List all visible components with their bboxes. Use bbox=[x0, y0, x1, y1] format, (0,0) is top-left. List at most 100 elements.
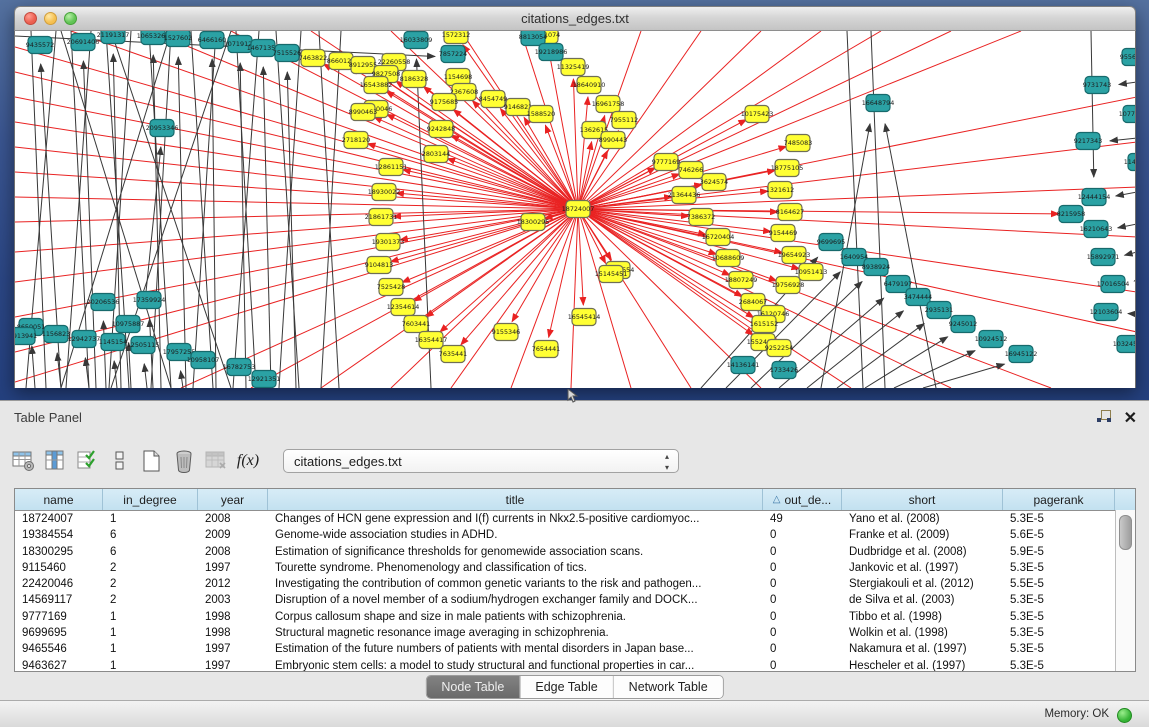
network-view[interactable]: 7463822866012389129552226055898275088186… bbox=[14, 31, 1136, 388]
graph-node[interactable]: 16210643 bbox=[1080, 221, 1113, 238]
graph-node[interactable]: 9252254 bbox=[765, 340, 793, 357]
graph-node[interactable]: 2803144 bbox=[422, 146, 450, 163]
scrollbar-thumb[interactable] bbox=[1119, 515, 1132, 550]
graph-edge[interactable] bbox=[251, 209, 578, 388]
graph-edge[interactable] bbox=[578, 209, 1136, 237]
table-row[interactable]: 946362711997Embryonic stem cells: a mode… bbox=[15, 658, 1135, 672]
graph-node[interactable]: 7955112 bbox=[610, 112, 638, 129]
graph-node[interactable]: 9777169 bbox=[652, 154, 680, 171]
graph-edge[interactable] bbox=[578, 209, 631, 388]
graph-node[interactable]: 8215958 bbox=[1057, 206, 1085, 223]
column-header-short[interactable]: short bbox=[842, 489, 1003, 510]
new-table-icon[interactable] bbox=[136, 445, 168, 477]
graph-node[interactable]: 21364436 bbox=[668, 187, 701, 204]
show-column-icon[interactable] bbox=[40, 445, 72, 477]
graph-node[interactable]: 16648794 bbox=[862, 95, 895, 112]
graph-edge[interactable] bbox=[1091, 31, 1094, 177]
close-panel-icon[interactable]: ✕ bbox=[1124, 412, 1137, 426]
graph-edge[interactable] bbox=[178, 57, 186, 388]
graph-node[interactable]: 9699695 bbox=[817, 234, 845, 251]
graph-node[interactable]: 17359924 bbox=[133, 292, 166, 309]
graph-node[interactable]: 7654441 bbox=[532, 341, 560, 358]
graph-node[interactable]: 12942737 bbox=[68, 331, 101, 348]
tab-edge-table[interactable]: Edge Table bbox=[519, 676, 612, 698]
graph-node[interactable]: 8938924 bbox=[862, 259, 890, 276]
graph-node[interactable]: 1615152 bbox=[750, 316, 778, 333]
graph-node[interactable]: 2718120 bbox=[342, 132, 370, 149]
graph-node[interactable]: 18724007 bbox=[562, 201, 595, 218]
graph-node[interactable]: 9556113 bbox=[1120, 49, 1136, 66]
graph-node[interactable]: 7515526 bbox=[273, 45, 301, 62]
graph-node[interactable]: 14136141 bbox=[727, 357, 760, 374]
table-row[interactable]: 911546021997Tourette syndrome. Phenomeno… bbox=[15, 560, 1135, 576]
table-row[interactable]: 969969511998Structural magnetic resonanc… bbox=[15, 625, 1135, 641]
graph-node[interactable]: 18930022 bbox=[368, 184, 401, 201]
table-row[interactable]: 1938455462009Genome-wide association stu… bbox=[15, 527, 1135, 543]
graph-edge[interactable] bbox=[578, 31, 761, 209]
graph-node[interactable]: 12103604 bbox=[1090, 304, 1123, 321]
column-header-year[interactable]: year bbox=[198, 489, 268, 510]
graph-node[interactable]: 7485083 bbox=[784, 135, 812, 152]
graph-node[interactable]: 18807249 bbox=[725, 272, 758, 289]
graph-node[interactable]: 7603441 bbox=[402, 316, 430, 333]
graph-node[interactable]: 8990443 bbox=[599, 132, 627, 149]
column-header-in_degree[interactable]: in_degree bbox=[103, 489, 198, 510]
graph-edge[interactable] bbox=[1116, 192, 1136, 196]
graph-edge[interactable] bbox=[144, 364, 147, 388]
graph-edge[interactable] bbox=[1119, 82, 1136, 84]
graph-node[interactable]: 9731743 bbox=[1083, 77, 1111, 94]
graph-node[interactable]: 9175685 bbox=[430, 94, 458, 111]
column-header-out_de[interactable]: △out_de... bbox=[763, 489, 842, 510]
graph-node[interactable]: 6466160 bbox=[198, 32, 226, 49]
graph-edge[interactable] bbox=[1125, 252, 1136, 255]
graph-node[interactable]: 16543882 bbox=[360, 77, 393, 94]
import-table-icon[interactable] bbox=[8, 445, 40, 477]
graph-node[interactable]: 8164627 bbox=[776, 204, 804, 221]
delete-table-icon[interactable] bbox=[200, 445, 232, 477]
graph-node[interactable]: 21861731 bbox=[365, 209, 398, 226]
graph-node[interactable]: 20953346 bbox=[146, 120, 179, 137]
graph-edge[interactable] bbox=[847, 31, 863, 388]
graph-node[interactable]: 18775105 bbox=[771, 160, 804, 177]
graph-node[interactable]: 11325419 bbox=[557, 59, 590, 76]
graph-edge[interactable] bbox=[279, 31, 301, 388]
network-canvas[interactable]: 7463822866012389129552226055898275088186… bbox=[15, 31, 1136, 388]
table-row[interactable]: 946554611997Estimation of the future num… bbox=[15, 641, 1135, 657]
graph-node[interactable]: 19218986 bbox=[535, 44, 568, 61]
column-header-title[interactable]: title bbox=[268, 489, 763, 510]
graph-node[interactable]: 10958107 bbox=[187, 352, 220, 369]
graph-node[interactable]: 9154469 bbox=[769, 225, 797, 242]
graph-node[interactable]: 16961758 bbox=[592, 96, 625, 113]
graph-edge[interactable] bbox=[1134, 280, 1136, 281]
delete-icon[interactable] bbox=[168, 445, 200, 477]
graph-node[interactable]: 7463822 bbox=[299, 50, 327, 67]
graph-edge[interactable] bbox=[321, 31, 341, 388]
graph-node[interactable]: 18640910 bbox=[573, 77, 606, 94]
graph-edge[interactable] bbox=[461, 209, 578, 345]
graph-node[interactable]: 10324512 bbox=[1113, 336, 1136, 353]
graph-node[interactable]: 8990463 bbox=[349, 104, 377, 121]
graph-node[interactable]: 15145451 bbox=[595, 266, 628, 283]
graph-node[interactable]: 9155346 bbox=[492, 324, 520, 341]
table-row[interactable]: 1872400712008Changes of HCN gene express… bbox=[15, 511, 1135, 527]
graph-node[interactable]: 21191317 bbox=[97, 31, 130, 44]
graph-node[interactable]: 1527602 bbox=[164, 31, 192, 47]
graph-node[interactable]: 9435572 bbox=[26, 37, 54, 54]
graph-node[interactable]: 10175423 bbox=[741, 106, 774, 123]
graph-edge[interactable] bbox=[191, 31, 213, 388]
network-window-titlebar[interactable]: citations_edges.txt bbox=[14, 6, 1136, 31]
graph-node[interactable]: 16033809 bbox=[400, 32, 433, 49]
float-panel-icon[interactable] bbox=[1096, 409, 1112, 429]
graph-edge[interactable] bbox=[236, 31, 256, 388]
tab-network-table[interactable]: Network Table bbox=[613, 676, 723, 698]
graph-node[interactable]: 1733426 bbox=[770, 362, 798, 379]
graph-node[interactable]: 10924512 bbox=[975, 331, 1008, 348]
graph-node[interactable]: 9242848 bbox=[427, 121, 455, 138]
graph-edge[interactable] bbox=[440, 209, 578, 332]
graph-edge[interactable] bbox=[578, 209, 1059, 214]
graph-edge[interactable] bbox=[1118, 224, 1136, 228]
graph-node[interactable]: 12505115 bbox=[127, 337, 160, 354]
graph-edge[interactable] bbox=[1110, 138, 1136, 141]
table-row[interactable]: 2242004622012Investigating the contribut… bbox=[15, 576, 1135, 592]
graph-edge[interactable] bbox=[451, 135, 578, 209]
